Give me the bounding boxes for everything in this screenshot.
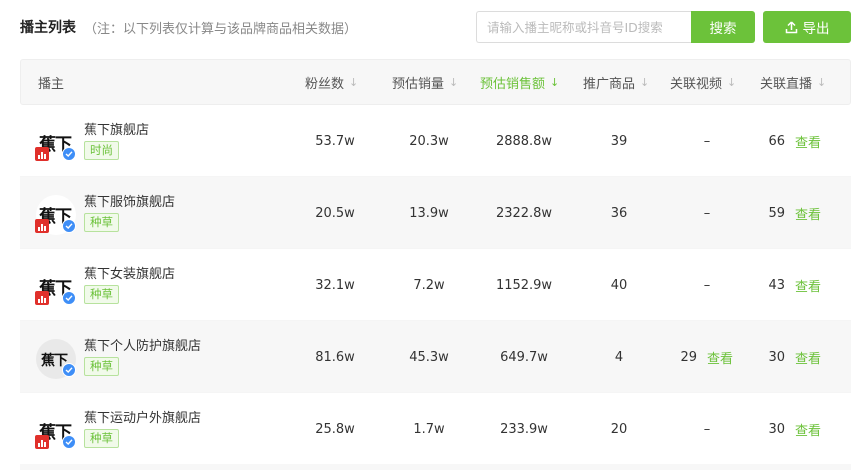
amount-value: 2322.8w [495,205,553,221]
sort-arrow-icon[interactable]: ↓ [449,76,458,89]
streamer-name[interactable]: 蕉下服饰旗舰店 [84,191,175,210]
verified-icon [62,363,76,377]
category-tag: 种草 [84,357,119,376]
live-value: 30 [768,421,785,437]
amount-value: 2888.8w [495,133,553,149]
column-header-live[interactable]: 关联直播 ↓ [760,60,826,104]
table-row[interactable]: 蕉下 蕉下旗舰店 时尚 53.7w 20.3w 2888.8w 39 – 66 … [20,105,851,177]
table-row[interactable]: 蕉下 蕉下运动户外旗舰店 种草 25.8w 1.7w 233.9w 20 – 3… [20,393,851,465]
live-cell: 43 查看 [751,249,821,321]
avatar[interactable]: 蕉下 [35,411,76,451]
view-live-link[interactable]: 查看 [795,132,821,151]
sales-value: 1.7w [413,421,445,437]
products-value: 40 [610,277,628,293]
fans-value: 20.5w [315,205,355,221]
avatar[interactable]: 蕉下 [35,267,76,307]
sort-arrow-icon[interactable]: ↓ [550,76,559,89]
fans-value: 53.7w [315,133,355,149]
export-button[interactable]: 导出 [763,11,851,43]
table-row-partial [20,464,851,470]
column-header-fans[interactable]: 粉丝数 ↓ [305,60,358,104]
live-value: 43 [768,277,785,293]
streamer-name[interactable]: 蕉下旗舰店 [84,119,149,138]
table-row[interactable]: 蕉下 蕉下服饰旗舰店 种草 20.5w 13.9w 2322.8w 36 – 5… [20,177,851,249]
videos-value: – [703,133,711,149]
streamer-name[interactable]: 蕉下个人防护旗舰店 [84,335,201,354]
column-header-sales[interactable]: 预估销量 ↓ [392,60,458,104]
products-value: 39 [610,133,628,149]
videos-value: 29 [680,349,697,365]
category-tag: 时尚 [84,141,119,160]
table-row[interactable]: 蕉下 蕉下女装旗舰店 种草 32.1w 7.2w 1152.9w 40 – 43… [20,249,851,321]
live-icon [35,291,49,305]
live-value: 30 [768,349,785,365]
verified-icon [62,435,76,449]
verified-icon [62,291,76,305]
view-live-link[interactable]: 查看 [795,420,821,439]
column-header-amount[interactable]: 预估销售额 ↓ [480,60,559,104]
amount-value: 1152.9w [495,277,553,293]
sort-arrow-icon[interactable]: ↓ [349,76,358,89]
verified-icon [62,147,76,161]
toolbar: 播主列表 （注：以下列表仅计算与该品牌商品相关数据） 搜索 导出 [0,0,864,56]
live-cell: 66 查看 [751,105,821,177]
avatar[interactable]: 蕉下 [35,195,76,235]
sales-value: 13.9w [409,205,449,221]
export-label: 导出 [802,21,830,37]
fans-value: 25.8w [315,421,355,437]
view-live-link[interactable]: 查看 [795,348,821,367]
streamer-name[interactable]: 蕉下运动户外旗舰店 [84,407,201,426]
live-cell: 59 查看 [751,177,821,249]
column-header-streamer: 播主 [38,76,65,92]
avatar[interactable]: 蕉下 [35,123,76,163]
live-cell: 30 查看 [751,393,821,465]
videos-value: – [703,421,711,437]
amount-value: 649.7w [500,349,548,365]
sales-value: 7.2w [413,277,445,293]
live-value: 59 [768,205,785,221]
streamer-name[interactable]: 蕉下女装旗舰店 [84,263,175,282]
sort-arrow-icon[interactable]: ↓ [640,76,649,89]
view-live-link[interactable]: 查看 [795,204,821,223]
streamer-table: 播主 粉丝数 ↓ 预估销量 ↓ 预估销售额 ↓ 推广商品 ↓ 关联视频 ↓ 关联直播 ↓ 蕉… [20,59,851,465]
sort-arrow-icon[interactable]: ↓ [727,76,736,89]
products-value: 20 [610,421,628,437]
column-header-products[interactable]: 推广商品 ↓ [583,60,649,104]
column-header-videos[interactable]: 关联视频 ↓ [670,60,736,104]
page-note: （注：以下列表仅计算与该品牌商品相关数据） [84,22,358,37]
products-value: 4 [614,349,624,365]
fans-value: 32.1w [315,277,355,293]
live-value: 66 [768,133,785,149]
live-icon [35,219,49,233]
videos-value: – [703,205,711,221]
live-icon [35,435,49,449]
sales-value: 20.3w [409,133,449,149]
category-tag: 种草 [84,285,119,304]
table-row[interactable]: 蕉下 蕉下个人防护旗舰店 种草 81.6w 45.3w 649.7w 4 29 … [20,321,851,393]
sales-value: 45.3w [409,349,449,365]
videos-cell: 29 查看 [663,321,733,393]
videos-value: – [703,277,711,293]
category-tag: 种草 [84,213,119,232]
upload-icon [785,20,797,33]
category-tag: 种草 [84,429,119,448]
amount-value: 233.9w [500,421,548,437]
sort-arrow-icon[interactable]: ↓ [817,76,826,89]
avatar[interactable]: 蕉下 [36,339,76,379]
live-icon [35,147,49,161]
search-input[interactable] [476,11,692,43]
page-title: 播主列表 [20,20,76,36]
live-cell: 30 查看 [751,321,821,393]
table-header: 播主 粉丝数 ↓ 预估销量 ↓ 预估销售额 ↓ 推广商品 ↓ 关联视频 ↓ 关联直播 ↓ [20,59,851,105]
view-videos-link[interactable]: 查看 [707,348,733,367]
verified-icon [62,219,76,233]
products-value: 36 [610,205,628,221]
view-live-link[interactable]: 查看 [795,276,821,295]
fans-value: 81.6w [315,349,355,365]
search-button[interactable]: 搜索 [691,11,755,43]
